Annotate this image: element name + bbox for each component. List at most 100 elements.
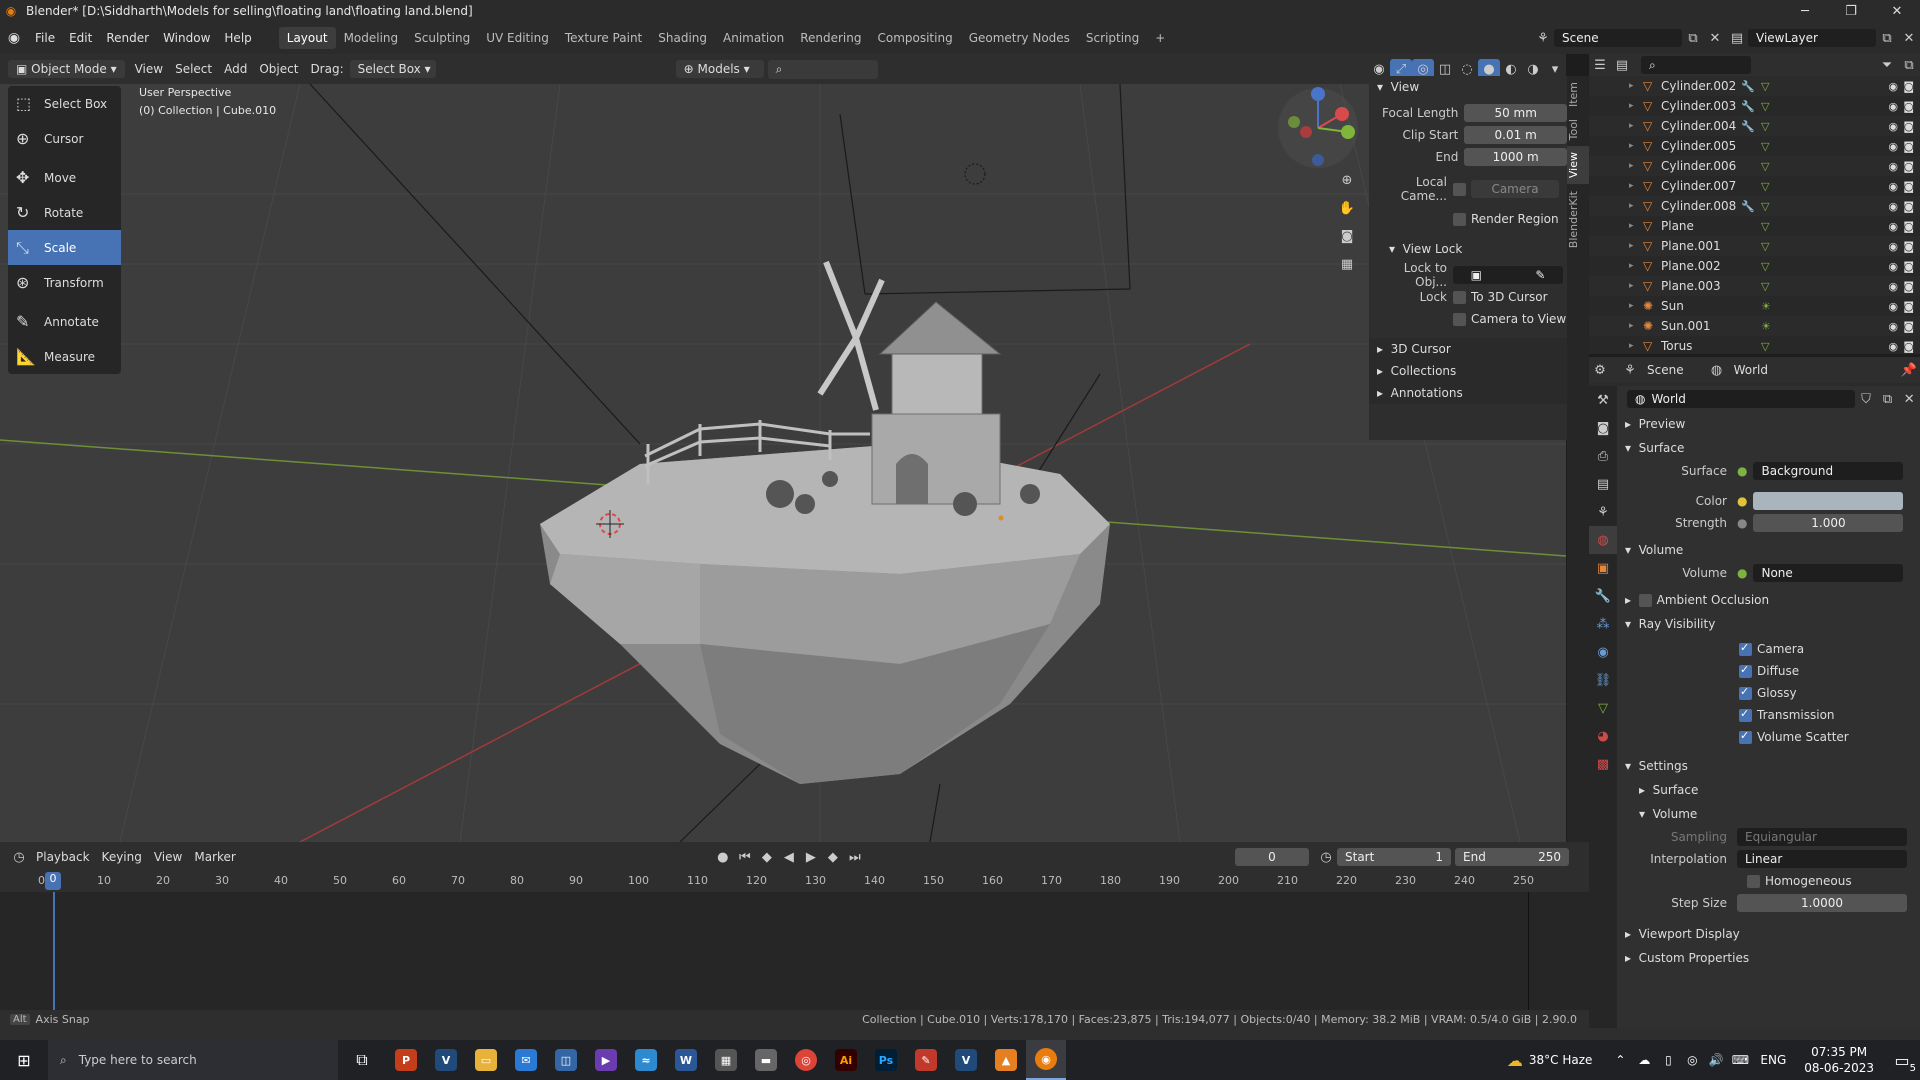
view-layer-props-icon[interactable]: ▤ — [1589, 470, 1617, 498]
start-frame-field[interactable]: Start 1 — [1337, 848, 1451, 866]
pan-hand-icon[interactable]: ✋ — [1336, 198, 1358, 218]
menu-edit[interactable]: Edit — [62, 31, 99, 45]
render-camera-icon[interactable]: ◙ — [1903, 80, 1914, 93]
render-camera-icon[interactable]: ◙ — [1903, 180, 1914, 193]
camera-view-icon[interactable]: ◙ — [1336, 226, 1358, 246]
menu-playback[interactable]: Playback — [30, 850, 96, 864]
eye-icon[interactable]: ◉ — [1888, 220, 1898, 233]
scene-icon[interactable]: ⚘ — [1532, 28, 1554, 48]
expand-chevron-icon[interactable]: ▸ — [1629, 141, 1643, 151]
menu-window[interactable]: Window — [156, 31, 217, 45]
eye-icon[interactable]: ◉ — [1888, 120, 1898, 133]
surface-panel-header[interactable]: ▾ Surface — [1617, 436, 1920, 460]
file-explorer-icon[interactable]: ▭ — [466, 1040, 506, 1080]
end-frame-field[interactable]: End 250 — [1455, 848, 1569, 866]
drive-icon[interactable]: ▬ — [746, 1040, 786, 1080]
render-camera-icon[interactable]: ◙ — [1903, 340, 1914, 353]
outliner-row[interactable]: ▸ ▽ Cylinder.002 🔧 ▽ ◉ ◙ — [1589, 76, 1920, 96]
render-camera-icon[interactable]: ◙ — [1903, 320, 1914, 333]
delete-viewlayer-icon[interactable]: ✕ — [1898, 28, 1920, 48]
play-icon[interactable]: ▶ — [800, 847, 822, 867]
menu-timeline-view[interactable]: View — [148, 850, 188, 864]
interpolation-dropdown[interactable]: Linear — [1737, 850, 1907, 868]
mode-dropdown[interactable]: ▣ Object Mode ▾ — [8, 60, 125, 78]
playhead-line[interactable] — [53, 892, 55, 1010]
eye-icon[interactable]: ◉ — [1888, 340, 1898, 353]
homogeneous-checkbox[interactable] — [1747, 874, 1760, 888]
to-3d-cursor-checkbox[interactable] — [1453, 290, 1466, 304]
vivaldi-icon[interactable]: V — [426, 1040, 466, 1080]
collections-panel-header[interactable]: ▸ Collections — [1369, 360, 1567, 382]
timeline-area[interactable] — [0, 892, 1589, 1010]
minimize-button[interactable]: ─ — [1782, 0, 1828, 22]
timeline-editor-icon[interactable]: ◷ — [8, 847, 30, 867]
tool-rotate[interactable]: ↻ Rotate — [8, 195, 121, 230]
tab-animation[interactable]: Animation — [715, 27, 792, 49]
tab-modeling[interactable]: Modeling — [336, 27, 407, 49]
mail-icon[interactable]: ✉ — [506, 1040, 546, 1080]
custom-properties-panel-header[interactable]: ▸ Custom Properties — [1617, 946, 1920, 970]
photoshop-icon[interactable]: Ps — [866, 1040, 906, 1080]
new-scene-icon[interactable]: ⧉ — [1682, 28, 1704, 48]
render-camera-icon[interactable]: ◙ — [1903, 200, 1914, 213]
timeline-ruler[interactable]: 0 10 20 30 40 50 60 70 80 90 100 110 120 130 140 150 160… — [0, 872, 1589, 892]
tab-sculpting[interactable]: Sculpting — [406, 27, 478, 49]
outliner-editor-icon[interactable]: ☰ — [1589, 55, 1611, 75]
navigation-gizmo[interactable] — [1276, 86, 1360, 170]
tab-layout[interactable]: Layout — [278, 27, 336, 49]
task-view-icon[interactable]: ⧉ — [338, 1040, 386, 1080]
scene-props-icon[interactable]: ⚘ — [1589, 498, 1617, 526]
render-camera-icon[interactable]: ◙ — [1903, 280, 1914, 293]
eye-icon[interactable]: ◉ — [1888, 200, 1898, 213]
maximize-button[interactable]: ❐ — [1828, 0, 1874, 22]
expand-chevron-icon[interactable]: ▸ — [1629, 221, 1643, 231]
outliner-row[interactable]: ▸ ▽ Torus ▽ ◉ ◙ — [1589, 336, 1920, 356]
outliner-row[interactable]: ▸ ▽ Plane.002 ▽ ◉ ◙ — [1589, 256, 1920, 276]
lock-to-object-field[interactable]: ▣ ✎ — [1453, 266, 1563, 284]
battery-icon[interactable]: ▯ — [1656, 1040, 1680, 1080]
eye-icon[interactable]: ◉ — [1888, 100, 1898, 113]
render-camera-icon[interactable]: ◙ — [1903, 220, 1914, 233]
sidebar-tab-item[interactable]: Item — [1567, 76, 1589, 113]
outliner-row[interactable]: ▸ ✺ Sun ☀ ◉ ◙ — [1589, 296, 1920, 316]
menu-add[interactable]: Add — [218, 62, 253, 76]
blender-menu-icon[interactable]: ◉ — [0, 30, 28, 46]
breadcrumb-world[interactable]: World — [1728, 363, 1774, 377]
render-camera-icon[interactable]: ◙ — [1903, 300, 1914, 313]
notifications-icon[interactable]: ▭ 5 — [1884, 1040, 1920, 1080]
view-lock-header[interactable]: ▾ View Lock — [1369, 238, 1567, 260]
blender-taskbar-icon[interactable]: ◉ — [1026, 1040, 1066, 1080]
volume-panel-header[interactable]: ▾ Volume — [1617, 538, 1920, 562]
outliner-row[interactable]: ▸ ✺ Sun.001 ☀ ◉ ◙ — [1589, 316, 1920, 336]
texture-props-icon[interactable]: ▩ — [1589, 750, 1617, 778]
tool-scale[interactable]: ⤡ Scale — [8, 230, 121, 265]
3d-cursor-panel-header[interactable]: ▸ 3D Cursor — [1369, 338, 1567, 360]
volume-shader-field[interactable]: None — [1753, 564, 1904, 582]
prev-keyframe-icon[interactable]: ◆ — [756, 847, 778, 867]
expand-chevron-icon[interactable]: ▸ — [1629, 261, 1643, 271]
tab-geometry-nodes[interactable]: Geometry Nodes — [961, 27, 1078, 49]
focal-length-field[interactable]: 50 mm — [1464, 104, 1567, 122]
menu-help[interactable]: Help — [217, 31, 258, 45]
sampling-dropdown[interactable]: Equiangular — [1737, 828, 1907, 846]
expand-chevron-icon[interactable]: ▸ — [1629, 321, 1643, 331]
outliner-row[interactable]: ▸ ▽ Cylinder.004 🔧 ▽ ◉ ◙ — [1589, 116, 1920, 136]
annotations-panel-header[interactable]: ▸ Annotations — [1369, 382, 1567, 404]
expand-chevron-icon[interactable]: ▸ — [1629, 241, 1643, 251]
render-camera-icon[interactable]: ◙ — [1903, 240, 1914, 253]
camera-to-view-checkbox[interactable] — [1453, 312, 1466, 326]
ray-visibility-option[interactable]: Volume Scatter — [1739, 726, 1920, 748]
clip-start-field[interactable]: 0.01 m — [1464, 126, 1567, 144]
notes-icon[interactable]: ≈ — [626, 1040, 666, 1080]
outliner-search[interactable]: ⌕ — [1641, 56, 1751, 74]
outliner-row[interactable]: ▸ ▽ Plane.001 ▽ ◉ ◙ — [1589, 236, 1920, 256]
sidebar-tab-tool[interactable]: Tool — [1567, 113, 1589, 146]
properties-editor-icon[interactable]: ⚙ — [1589, 360, 1611, 380]
zoom-icon[interactable]: ⊕ — [1336, 170, 1358, 190]
eye-icon[interactable]: ◉ — [1888, 140, 1898, 153]
ray-visibility-checkbox[interactable] — [1739, 641, 1752, 656]
calculator-icon[interactable]: ▦ — [706, 1040, 746, 1080]
ray-visibility-option[interactable]: Camera — [1739, 638, 1920, 660]
local-camera-checkbox[interactable] — [1453, 182, 1466, 196]
snap-search[interactable]: ⌕ — [767, 59, 878, 79]
